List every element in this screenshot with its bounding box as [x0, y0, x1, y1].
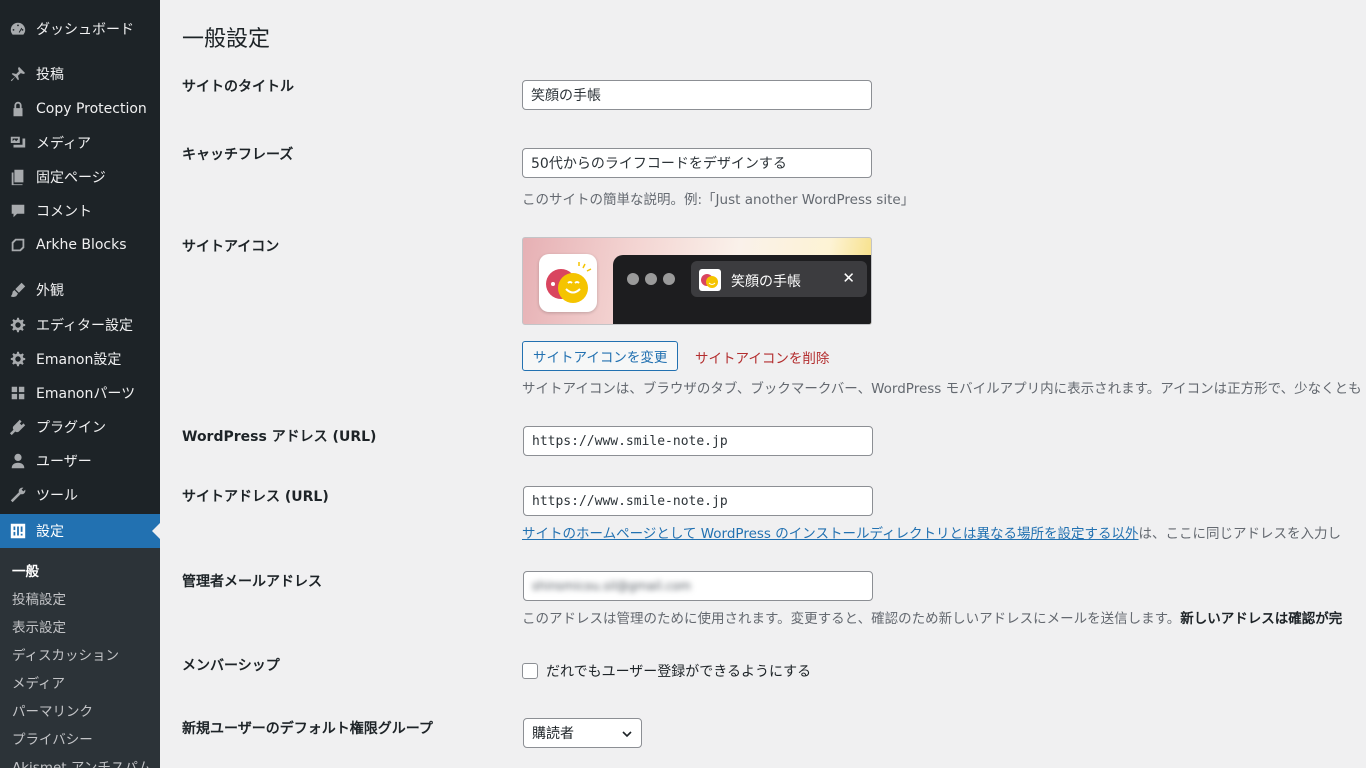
admin-email-value: shinsmicou.sil@gmail.com — [532, 579, 692, 593]
sidebar-item-label: 外観 — [36, 283, 64, 299]
favicon-icon — [699, 269, 721, 291]
submenu-item-general[interactable]: 一般 — [12, 560, 39, 580]
brush-icon — [8, 280, 28, 300]
sidebar-item-dashboard[interactable]: ダッシュボード — [0, 12, 160, 46]
user-icon — [8, 451, 28, 471]
delete-site-icon-link[interactable]: サイトアイコンを削除 — [695, 347, 829, 367]
submenu-item-media[interactable]: メディア — [12, 672, 65, 692]
admin-email-label: 管理者メールアドレス — [182, 574, 322, 590]
sidebar-item-pages[interactable]: 固定ページ — [0, 160, 160, 194]
wp-address-input[interactable]: https://www.smile-note.jp — [523, 426, 873, 456]
browser-tab-preview: 笑顔の手帳 ✕ — [691, 261, 867, 297]
sidebar-item-label: Copy Protection — [36, 101, 147, 117]
sidebar-item-label: ダッシュボード — [36, 22, 134, 38]
submenu-item-akismet[interactable]: Akismet アンチスパム — [12, 756, 151, 768]
gear-icon — [8, 349, 28, 369]
submenu-item-discussion[interactable]: ディスカッション — [12, 644, 119, 664]
sidebar-item-label: 固定ページ — [36, 170, 106, 186]
site-title-label: サイトのタイトル — [182, 79, 294, 95]
sidebar-item-label: Emanon設定 — [36, 352, 122, 368]
window-dot — [663, 273, 675, 285]
wrench-icon — [8, 485, 28, 505]
sidebar-item-label: 設定 — [36, 524, 64, 540]
default-role-value: 購読者 — [532, 726, 574, 742]
sidebar-item-appearance[interactable]: 外観 — [0, 273, 160, 307]
sidebar-item-label: ツール — [36, 488, 78, 504]
site-icon-preview: 笑顔の手帳 ✕ — [522, 237, 872, 325]
window-dot — [645, 273, 657, 285]
sidebar-item-label: 投稿 — [36, 67, 64, 83]
media-icon — [8, 133, 28, 153]
sidebar-item-label: エディター設定 — [36, 318, 134, 334]
site-address-label: サイトアドレス (URL) — [182, 489, 329, 505]
sidebar-item-settings[interactable]: 設定 — [0, 514, 160, 548]
sidebar-item-posts[interactable]: 投稿 — [0, 57, 160, 91]
page-title: 一般設定 — [182, 27, 271, 52]
site-icon-label: サイトアイコン — [182, 239, 280, 255]
tab-title: 笑顔の手帳 — [731, 274, 801, 290]
sidebar-item-comments[interactable]: コメント — [0, 194, 160, 228]
sidebar-item-copy-protection[interactable]: Copy Protection — [0, 92, 160, 126]
lock-icon — [8, 99, 28, 119]
submenu-item-privacy[interactable]: プライバシー — [12, 728, 93, 748]
browser-preview: 笑顔の手帳 ✕ — [613, 255, 871, 324]
chevron-down-icon — [622, 731, 632, 738]
smiley-logo-icon — [546, 262, 592, 303]
change-site-icon-button[interactable]: サイトアイコンを変更 — [522, 341, 679, 371]
admin-email-description-text: このアドレスは管理のために使用されます。変更すると、確認のため新しいアドレスにメ… — [522, 611, 1181, 627]
plugin-icon — [8, 417, 28, 437]
sidebar-item-tools[interactable]: ツール — [0, 478, 160, 512]
sidebar-item-users[interactable]: ユーザー — [0, 444, 160, 478]
default-role-label: 新規ユーザーのデフォルト権限グループ — [182, 721, 433, 737]
submenu-item-permalinks[interactable]: パーマリンク — [12, 700, 93, 720]
comment-icon — [8, 201, 28, 221]
tagline-description: このサイトの簡単な説明。例:「Just another WordPress si… — [522, 192, 915, 208]
membership-checkbox-label[interactable]: だれでもユーザー登録ができるようにする — [546, 661, 811, 681]
sidebar-item-label: メディア — [36, 136, 92, 152]
settings-icon — [8, 521, 28, 541]
sidebar-item-label: プラグイン — [36, 420, 106, 436]
default-role-select[interactable]: 購読者 — [523, 718, 642, 748]
current-menu-arrow — [152, 523, 160, 539]
admin-sidebar: ダッシュボード 投稿 Copy Protection メディア 固定ページ コメ… — [0, 0, 160, 768]
admin-email-description: このアドレスは管理のために使用されます。変更すると、確認のため新しいアドレスにメ… — [522, 607, 1342, 627]
site-address-help-link[interactable]: サイトのホームページとして WordPress のインストールディレクトリとは異… — [522, 526, 1139, 542]
sidebar-item-arkhe-blocks[interactable]: Arkhe Blocks — [0, 228, 160, 262]
grid-icon — [8, 383, 28, 403]
site-address-description: サイトのホームページとして WordPress のインストールディレクトリとは異… — [522, 522, 1341, 542]
gear-icon — [8, 315, 28, 335]
close-icon: ✕ — [842, 269, 855, 287]
sidebar-item-label: コメント — [36, 204, 92, 220]
sidebar-item-editor-settings[interactable]: エディター設定 — [0, 308, 160, 342]
sidebar-item-media[interactable]: メディア — [0, 126, 160, 160]
sidebar-item-label: ユーザー — [36, 454, 92, 470]
membership-label: メンバーシップ — [182, 658, 280, 674]
site-address-input[interactable]: https://www.smile-note.jp — [523, 486, 873, 516]
admin-email-input[interactable]: shinsmicou.sil@gmail.com — [523, 571, 873, 601]
sidebar-item-label: Emanonパーツ — [36, 386, 136, 402]
submenu-item-writing[interactable]: 投稿設定 — [12, 588, 66, 608]
sidebar-item-plugins[interactable]: プラグイン — [0, 410, 160, 444]
sidebar-item-emanon-parts[interactable]: Emanonパーツ — [0, 376, 160, 410]
settings-submenu: 一般 投稿設定 表示設定 ディスカッション メディア パーマリンク プライバシー… — [0, 548, 160, 768]
sidebar-item-emanon-settings[interactable]: Emanon設定 — [0, 342, 160, 376]
wp-address-label: WordPress アドレス (URL) — [182, 429, 377, 445]
tagline-label: キャッチフレーズ — [182, 147, 294, 163]
pin-icon — [8, 64, 28, 84]
submenu-item-reading[interactable]: 表示設定 — [12, 616, 66, 636]
membership-checkbox[interactable] — [522, 663, 538, 679]
dashboard-icon — [8, 19, 28, 39]
sidebar-item-label: Arkhe Blocks — [36, 237, 127, 253]
admin-email-description-bold: 新しいアドレスは確認が完 — [1180, 611, 1343, 627]
site-title-input[interactable]: 笑顔の手帳 — [522, 80, 872, 110]
page-icon — [8, 167, 28, 187]
blocks-icon — [8, 235, 28, 255]
site-address-description-rest: は、ここに同じアドレスを入力し — [1138, 526, 1342, 542]
window-dot — [627, 273, 639, 285]
site-icon-description: サイトアイコンは、ブラウザのタブ、ブックマークバー、WordPress モバイル… — [522, 381, 1362, 397]
app-icon-preview — [539, 254, 597, 312]
tagline-input[interactable]: 50代からのライフコードをデザインする — [522, 148, 872, 178]
settings-main: 一般設定 サイトのタイトル 笑顔の手帳 キャッチフレーズ 50代からのライフコー… — [160, 0, 1366, 768]
